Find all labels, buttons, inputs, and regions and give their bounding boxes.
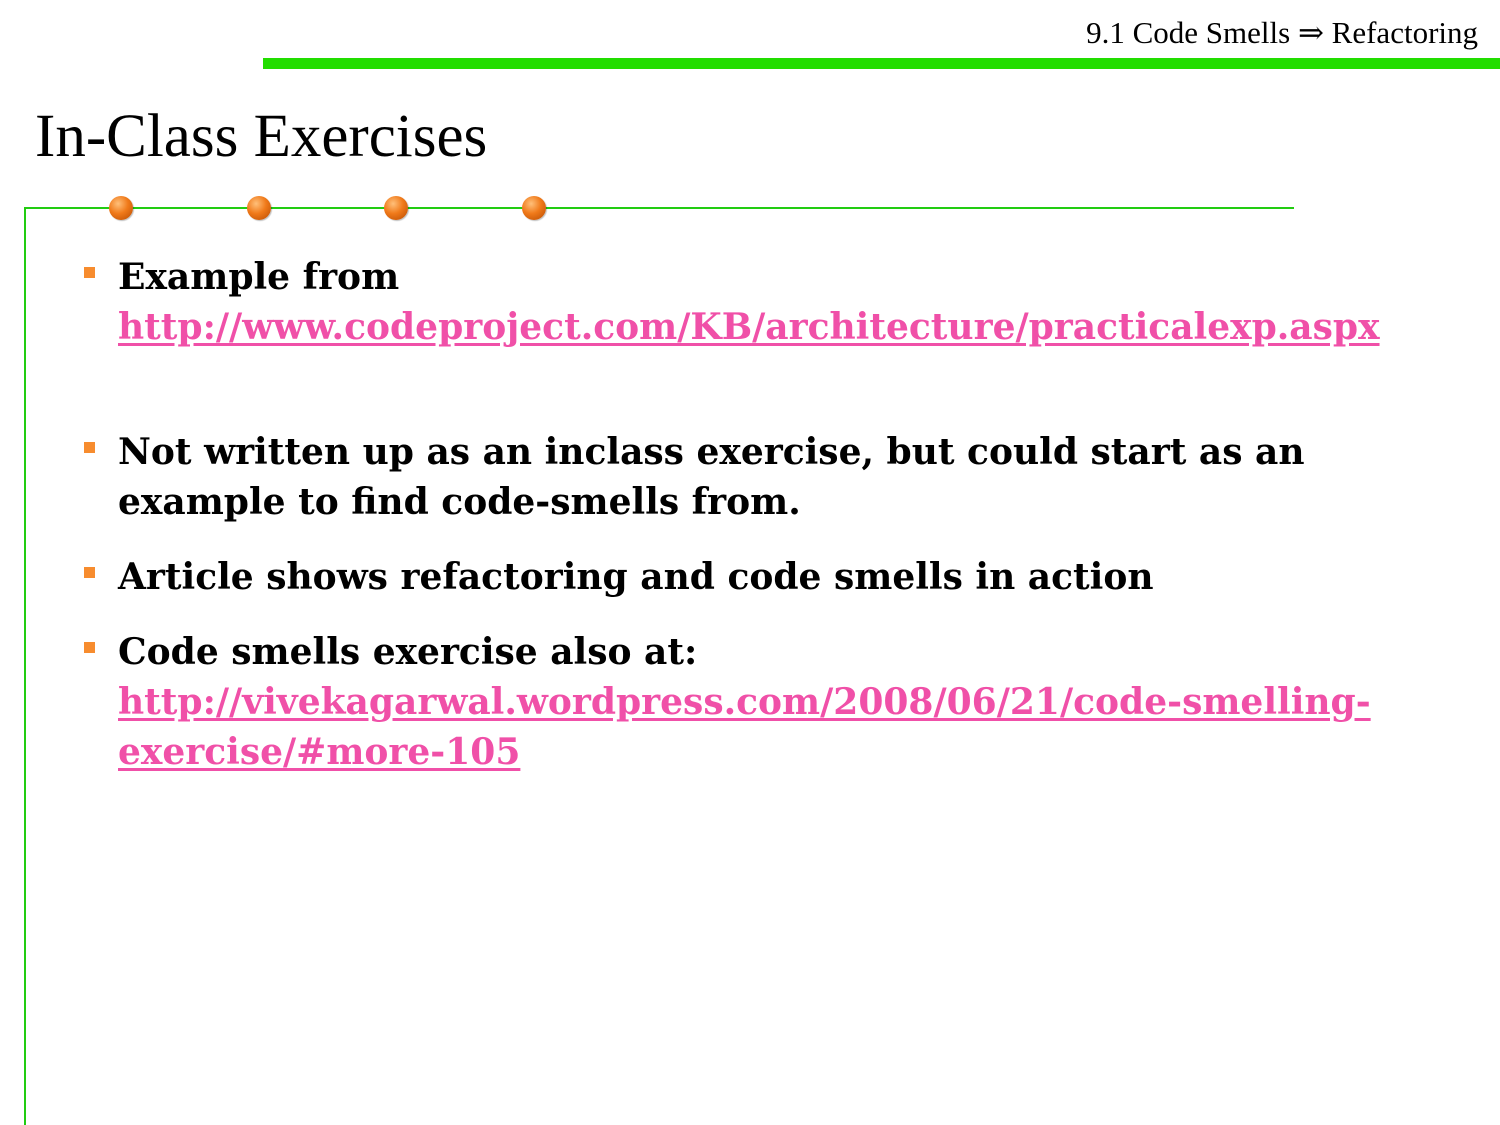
list-item: Not written up as an inclass exercise, b… xyxy=(84,427,1454,527)
decorative-dot-icon xyxy=(247,196,271,220)
bullet-text: Article shows refactoring and code smell… xyxy=(118,556,1154,598)
wordpress-link[interactable]: http://vivekagarwal.wordpress.com/2008/0… xyxy=(118,681,1371,773)
left-border-line xyxy=(24,207,26,1125)
decorative-dot-icon xyxy=(384,196,408,220)
section-header: 9.1 Code Smells ⇒ Refactoring xyxy=(1086,15,1478,50)
slide-title: In-Class Exercises xyxy=(35,103,488,170)
square-bullet-icon xyxy=(84,567,95,578)
bullet-text: Example from xyxy=(118,256,400,298)
bullet-text: Code smells exercise also at: xyxy=(118,631,698,673)
header-accent-bar xyxy=(263,58,1500,69)
bullet-text: Not written up as an inclass exercise, b… xyxy=(118,431,1305,523)
decorative-dot-icon xyxy=(522,196,546,220)
square-bullet-icon xyxy=(84,267,95,278)
title-divider xyxy=(24,207,1294,209)
list-item: Example from http://www.codeproject.com/… xyxy=(84,252,1454,352)
square-bullet-icon xyxy=(84,442,95,453)
decorative-dot-icon xyxy=(109,196,133,220)
codeproject-link[interactable]: http://www.codeproject.com/KB/architectu… xyxy=(118,306,1380,348)
list-item: Code smells exercise also at: http://viv… xyxy=(84,627,1454,777)
bullet-list: Example from http://www.codeproject.com/… xyxy=(84,252,1454,777)
list-item: Article shows refactoring and code smell… xyxy=(84,552,1454,602)
square-bullet-icon xyxy=(84,642,95,653)
